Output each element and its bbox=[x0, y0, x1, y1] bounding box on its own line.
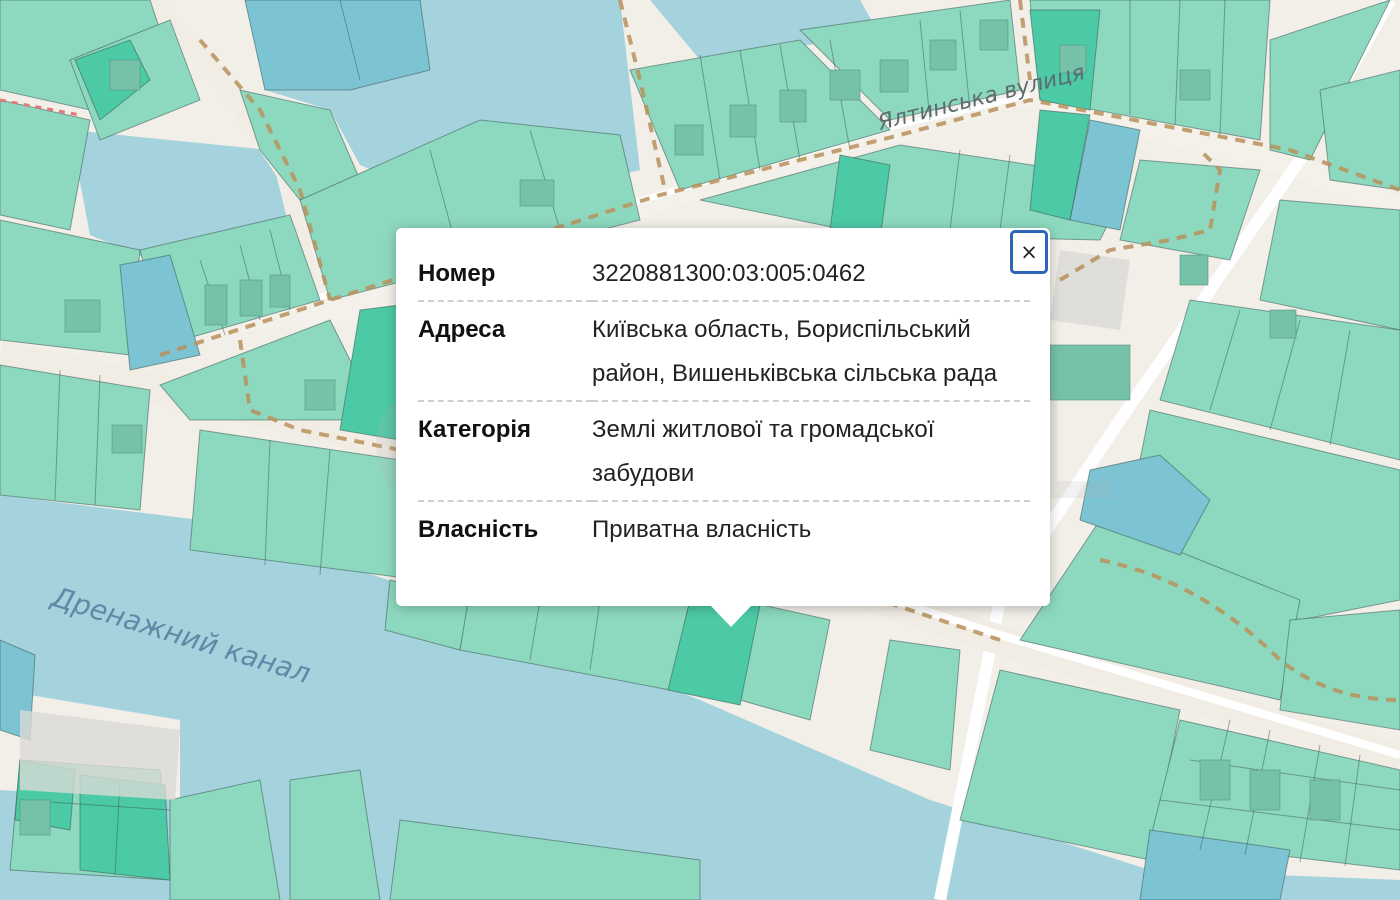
parcel[interactable] bbox=[244, 0, 431, 91]
parcel[interactable] bbox=[169, 779, 281, 900]
close-button[interactable]: × bbox=[1008, 228, 1050, 276]
parcel-info-popup: × Номер 3220881300:03:005:0462 Адреса Ки… bbox=[396, 228, 1050, 627]
info-row-number: Номер 3220881300:03:005:0462 bbox=[418, 252, 1030, 301]
info-key: Власність bbox=[418, 500, 592, 556]
info-row-address: Адреса Київська область, Бориспільський … bbox=[418, 300, 1030, 401]
info-key: Номер bbox=[418, 260, 496, 287]
parcel[interactable] bbox=[1279, 609, 1400, 731]
info-row-category: Категорія Землі житлової та громадської … bbox=[418, 400, 1030, 501]
popup-tip bbox=[710, 605, 752, 627]
parcel[interactable] bbox=[1319, 69, 1400, 191]
category-value: Землі житлової та громадської забудови bbox=[592, 400, 1030, 501]
ownership-value: Приватна власність bbox=[592, 500, 1030, 556]
close-icon[interactable]: × bbox=[1010, 230, 1048, 274]
cadastral-number: 3220881300:03:005:0462 bbox=[592, 260, 866, 287]
info-row-ownership: Власність Приватна власність bbox=[418, 500, 1030, 556]
info-key: Категорія bbox=[418, 400, 592, 501]
info-key: Адреса bbox=[418, 300, 592, 401]
parcel-info-table: Номер 3220881300:03:005:0462 Адреса Київ… bbox=[418, 252, 1030, 556]
address-value: Київська область, Бориспільський район, … bbox=[592, 300, 1030, 401]
